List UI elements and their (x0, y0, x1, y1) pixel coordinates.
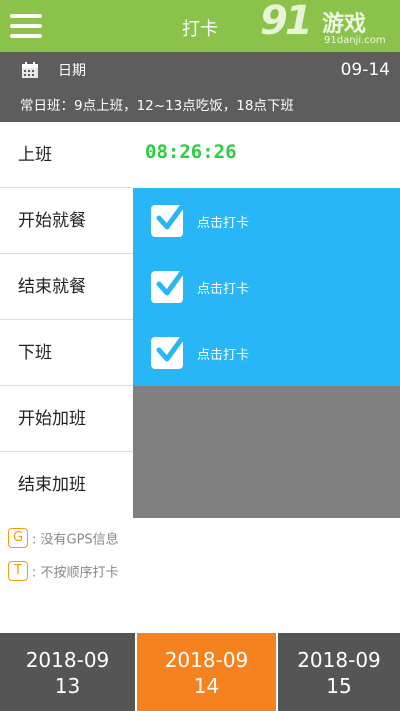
date-tab-month: 2018-09 (297, 648, 381, 672)
date-value: 09-14 (340, 60, 390, 80)
legend-text: : 没有GPS信息 (32, 532, 119, 548)
checkbox-checked-icon (151, 202, 186, 237)
legend-item-order: T: 不按顺序打卡 (8, 561, 119, 581)
calendar-icon (22, 62, 38, 78)
date-tab-day: 15 (326, 674, 352, 698)
row-label: 开始加班 (0, 386, 133, 452)
row-label: 结束就餐 (0, 254, 133, 320)
date-tab-month: 2018-09 (164, 648, 249, 672)
punch-row-clock-out: 下班 点击打卡 (0, 320, 400, 386)
watermark-logo: 91 游戏 91danji.com (260, 0, 396, 50)
punch-row-start-meal: 开始就餐 点击打卡 (0, 188, 400, 254)
row-label: 结束加班 (0, 452, 133, 518)
punch-row-clock-in: 上班 08:26:26 (0, 122, 400, 188)
info-bar: 日期 09-14 常日班：9点上班，12~13点吃饭，18点下班 (0, 52, 400, 122)
date-tab-prev[interactable]: 2018-09 13 (0, 633, 135, 711)
top-bar: 打卡 91 游戏 91danji.com (0, 0, 400, 52)
punch-button-end-meal[interactable]: 点击打卡 (133, 254, 400, 320)
checkbox-checked-icon (151, 268, 186, 303)
punch-label: 点击打卡 (197, 348, 250, 363)
date-tab-day: 14 (193, 674, 220, 698)
watermark-digits: 91 (260, 0, 313, 44)
punch-button-clock-out[interactable]: 点击打卡 (133, 320, 400, 386)
legend-badge: G (8, 528, 28, 548)
date-tab-next[interactable]: 2018-09 15 (278, 633, 400, 711)
punch-row-end-overtime: 结束加班 (0, 452, 400, 518)
shift-schedule: 常日班：9点上班，12~13点吃饭，18点下班 (20, 98, 294, 114)
punch-button-start-meal[interactable]: 点击打卡 (133, 188, 400, 254)
punch-cell-disabled (133, 452, 400, 518)
legend-item-gps: G: 没有GPS信息 (8, 528, 119, 548)
legend-text: : 不按顺序打卡 (32, 565, 119, 581)
clock-in-time: 08:26:26 (145, 141, 237, 163)
date-tab-month: 2018-09 (25, 648, 110, 672)
punch-row-end-meal: 结束就餐 点击打卡 (0, 254, 400, 320)
date-tab-day: 13 (54, 674, 81, 698)
date-navigation: 2018-09 13 2018-09 14 2018-09 15 (0, 633, 400, 711)
punch-cell-disabled (133, 386, 400, 452)
legend-badge: T (8, 561, 28, 581)
checkbox-checked-icon (151, 334, 186, 369)
date-tab-current[interactable]: 2018-09 14 (137, 633, 276, 711)
watermark-url: 91danji.com (324, 35, 386, 46)
punch-label: 点击打卡 (197, 216, 250, 231)
punch-label: 点击打卡 (197, 282, 250, 297)
row-label: 下班 (0, 320, 133, 386)
watermark-brand: 游戏 (322, 12, 367, 37)
row-label: 开始就餐 (0, 188, 133, 254)
date-label: 日期 (58, 63, 86, 79)
row-label: 上班 (0, 122, 133, 188)
punch-row-start-overtime: 开始加班 (0, 386, 400, 452)
